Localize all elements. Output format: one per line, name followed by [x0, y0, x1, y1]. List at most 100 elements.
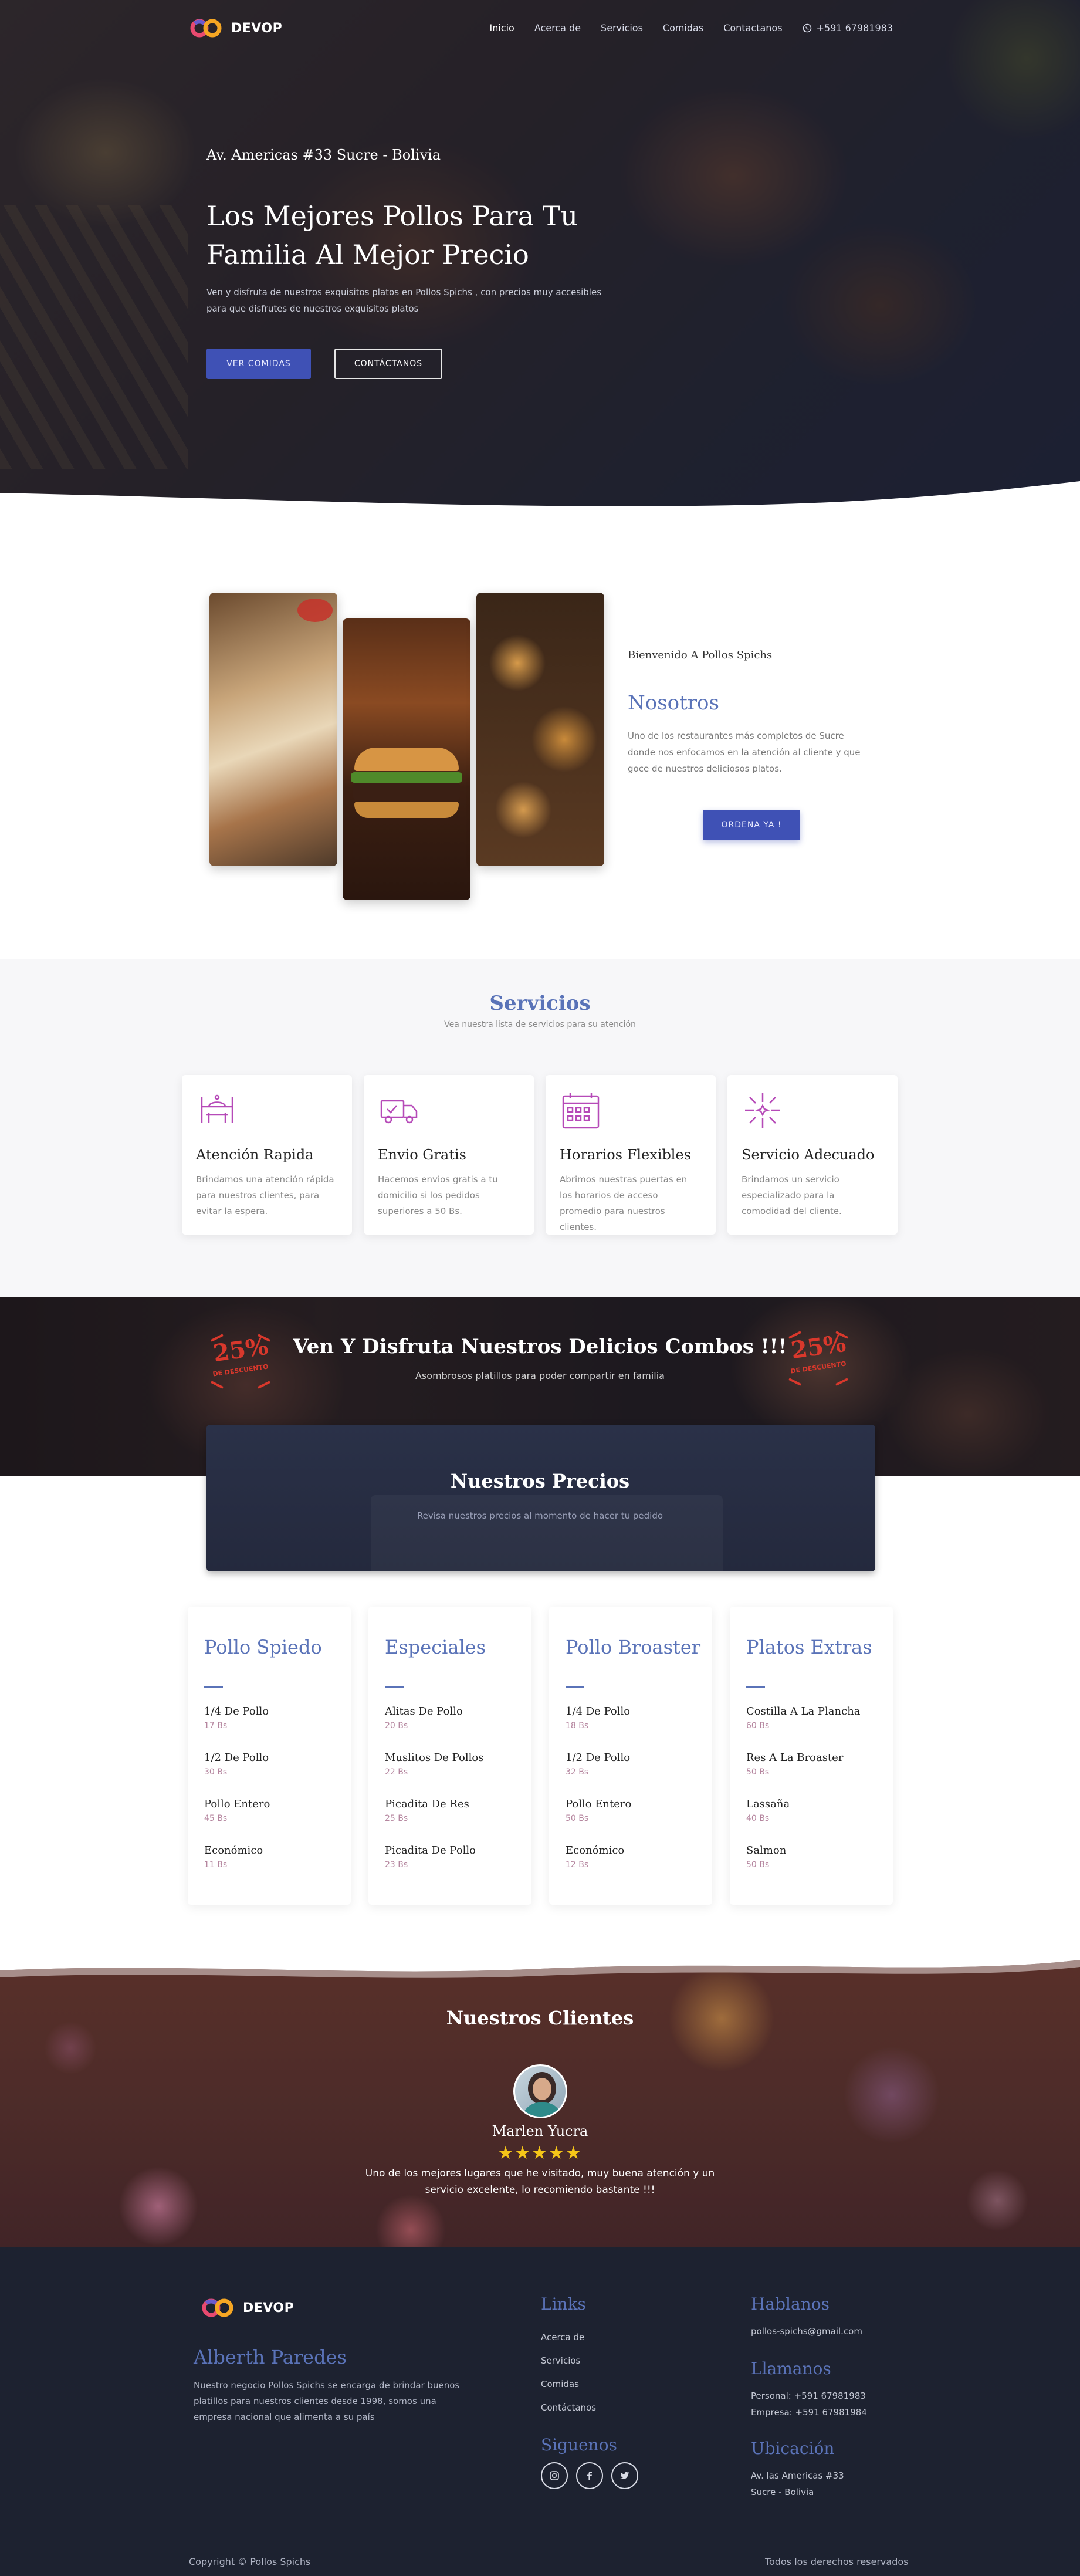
footer-logo[interactable]: DEVOP: [201, 2297, 294, 2318]
nav-link-servicios[interactable]: Servicios: [601, 22, 643, 33]
nav-links: Inicio Acerca de Servicios Comidas Conta…: [489, 22, 893, 33]
brand-logo[interactable]: DEVOP: [189, 18, 282, 39]
menu-item-name: Económico: [566, 1844, 625, 1857]
logo-infinity-icon: [190, 19, 222, 38]
menu-item-price: 22 Bs: [385, 1767, 408, 1777]
order-now-button[interactable]: ORDENA YA !: [703, 810, 800, 840]
nav-phone[interactable]: +591 67981983: [803, 22, 893, 33]
service-card-adecuado: Servicio Adecuado Brindamos un servicio …: [727, 1075, 898, 1235]
testimonials-wave-divider: [0, 1947, 1080, 1978]
menu-item: 1/4 De Pollo 18 Bs: [566, 1705, 700, 1730]
footer-phone-company[interactable]: Empresa: +591 67981984: [751, 2407, 867, 2418]
service-title: Envio Gratis: [378, 1147, 466, 1163]
facebook-button[interactable]: [576, 2462, 603, 2489]
testimonial-text: Uno de los mejores lugares que he visita…: [365, 2168, 715, 2196]
footer-call-title: Llamanos: [751, 2359, 831, 2378]
menu-card-pollo-broaster: Pollo Broaster 1/4 De Pollo 18 Bs 1/2 De …: [549, 1607, 712, 1905]
footer-location-title: Ubicación: [751, 2439, 835, 2458]
menu-item: 1/2 De Pollo 30 Bs: [204, 1752, 339, 1777]
hero-address: Av. Americas #33 Sucre - Bolivia: [206, 147, 441, 163]
footer-link-contactanos[interactable]: Contáctanos: [541, 2402, 596, 2413]
menu-title: Especiales: [385, 1636, 486, 1658]
service-text: Brindamos un servicio especializado para…: [742, 1174, 842, 1216]
menu-item: Picadita De Res 25 Bs: [385, 1798, 520, 1823]
footer-brand-name: DEVOP: [243, 2300, 294, 2315]
footer-link-acerca[interactable]: Acerca de: [541, 2332, 584, 2342]
calendar-icon: [562, 1093, 600, 1129]
menu-item-name: 1/2 De Pollo: [566, 1752, 631, 1764]
nav-phone-number: +591 67981983: [816, 22, 893, 33]
testimonial-author: Marlen Yucra: [492, 2123, 588, 2139]
customer-avatar: [513, 2064, 567, 2118]
hero-subtitle: Ven y disfruta de nuestros exquisitos pl…: [206, 287, 602, 314]
menu-item-price: 18 Bs: [566, 1721, 589, 1730]
photo-grilled-chicken: [209, 593, 337, 866]
footer: [0, 2247, 1080, 2576]
menu-item-price: 17 Bs: [204, 1721, 228, 1730]
footer-phone-personal[interactable]: Personal: +591 67981983: [751, 2391, 866, 2401]
menu-item: Alitas De Pollo 20 Bs: [385, 1705, 520, 1730]
nav-link-contactanos[interactable]: Contactanos: [723, 22, 782, 33]
menu-item-price: 32 Bs: [566, 1767, 589, 1777]
menu-item-name: Alitas De Pollo: [385, 1705, 463, 1718]
footer-email[interactable]: pollos-spichs@gmail.com: [751, 2326, 862, 2337]
prices-subtitle: Revisa nuestros precios al momento de ha…: [417, 1510, 663, 1521]
photo-burger: [343, 618, 470, 900]
menu-title-underline: [566, 1686, 584, 1688]
footer-talk-title: Hablanos: [751, 2294, 830, 2314]
menu-item-price: 23 Bs: [385, 1860, 408, 1870]
testimonials-title: Nuestros Clientes: [446, 2007, 634, 2029]
menu-item-name: Muslitos De Pollos: [385, 1752, 484, 1764]
footer-rights: Todos los derechos reservados: [765, 2556, 909, 2567]
contact-button[interactable]: CONTÁCTANOS: [334, 349, 442, 379]
menu-item: Picadita De Pollo 23 Bs: [385, 1844, 520, 1870]
nav-link-acerca[interactable]: Acerca de: [534, 22, 581, 33]
menu-card-pollo-spiedo: Pollo Spiedo 1/4 De Pollo 17 Bs 1/2 De Po…: [188, 1607, 351, 1905]
about-title: Nosotros: [628, 691, 719, 715]
menu-item-name: Lassaña: [746, 1798, 790, 1810]
service-title: Horarios Flexibles: [560, 1147, 692, 1163]
delivery-truck-icon: [380, 1100, 418, 1124]
menu-item-name: 1/2 De Pollo: [204, 1752, 269, 1764]
instagram-icon: [550, 2471, 559, 2480]
menu-item-name: Picadita De Pollo: [385, 1844, 476, 1857]
instagram-button[interactable]: [541, 2462, 568, 2489]
menu-title-underline: [204, 1686, 223, 1688]
menu-item: 1/2 De Pollo 32 Bs: [566, 1752, 700, 1777]
service-text: Brindamos una atención rápida para nuest…: [196, 1174, 334, 1216]
menu-item-name: Pollo Entero: [566, 1798, 632, 1810]
rating-stars-icon: ★★★★★: [497, 2143, 583, 2163]
about-kicker: Bienvenido A Pollos Spichs: [628, 649, 773, 661]
footer-link-servicios[interactable]: Servicios: [541, 2355, 580, 2366]
menu-title-underline: [385, 1686, 404, 1688]
photo-fried-chicken: [476, 593, 604, 866]
service-title: Servicio Adecuado: [742, 1147, 875, 1163]
footer-address-line1: Av. las Americas #33: [751, 2470, 844, 2481]
menu-item: 1/4 De Pollo 17 Bs: [204, 1705, 339, 1730]
about-text: Uno de los restaurantes más completos de…: [628, 731, 861, 774]
facebook-icon: [587, 2472, 592, 2480]
menu-title: Pollo Spiedo: [204, 1636, 322, 1658]
menu-item-name: 1/4 De Pollo: [566, 1705, 631, 1718]
menu-item-name: Salmon: [746, 1844, 787, 1857]
combos-title: Ven Y Disfruta Nuestros Delicios Combos …: [293, 1335, 787, 1358]
nav-link-inicio[interactable]: Inicio: [489, 22, 514, 33]
menu-item: Pollo Entero 45 Bs: [204, 1798, 339, 1823]
waiter-icon: [201, 1094, 233, 1123]
hero-title: Los Mejores Pollos Para Tu Familia Al Me…: [206, 200, 578, 271]
services-subtitle: Vea nuestra lista de servicios para su a…: [444, 1020, 636, 1029]
twitter-button[interactable]: [611, 2462, 638, 2489]
menu-item-name: Picadita De Res: [385, 1798, 469, 1810]
whatsapp-icon: [803, 23, 811, 32]
nav-link-comidas[interactable]: Comidas: [663, 22, 703, 33]
menu-item-name: Económico: [204, 1844, 263, 1857]
service-text: Hacemos envios gratis a tu domicilio si …: [378, 1174, 498, 1216]
logo-infinity-icon: [202, 2298, 233, 2317]
menu-item: Lassaña 40 Bs: [746, 1798, 881, 1823]
menu-item-name: 1/4 De Pollo: [204, 1705, 269, 1718]
top-navbar: DEVOP Inicio Acerca de Servicios Comidas…: [189, 18, 893, 41]
menu-item: Económico 11 Bs: [204, 1844, 339, 1870]
view-menu-button[interactable]: VER COMIDAS: [206, 349, 311, 379]
footer-link-comidas[interactable]: Comidas: [541, 2379, 579, 2389]
menu-item: Costilla A La Plancha 60 Bs: [746, 1705, 881, 1730]
